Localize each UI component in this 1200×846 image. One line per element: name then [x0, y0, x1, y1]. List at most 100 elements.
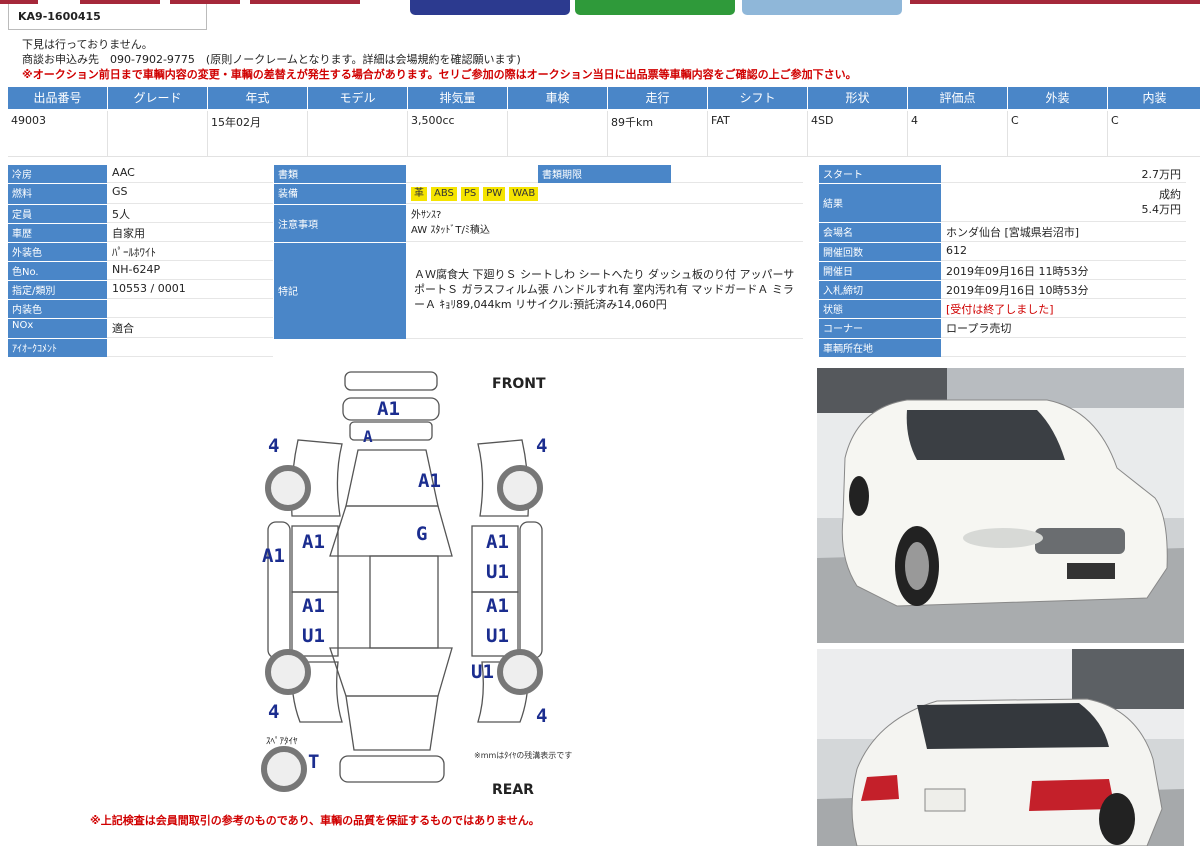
spec-header-cell: 評価点 — [908, 87, 1008, 109]
features-value: ＡＷ腐食大 下廻りＳ シートしわ シートへたり ダッシュ板のり付 アッパーサポー… — [406, 243, 803, 339]
nav-button-lightblue[interactable] — [742, 0, 902, 15]
detail-value: GS — [107, 184, 273, 204]
front-label: FRONT — [492, 376, 546, 392]
documents-value — [406, 165, 538, 183]
mark-tire-rear-left: 4 — [268, 701, 279, 723]
spec-value-cell: C — [1108, 111, 1200, 157]
result-value: ロープラ売切 — [941, 319, 1186, 338]
spec-header-cell: モデル — [308, 87, 408, 109]
equipment-badge: PS — [460, 187, 480, 201]
tire-rear-left — [265, 649, 311, 695]
notes-label: 注意事項 — [274, 205, 406, 242]
detail-label: NOx — [8, 319, 107, 338]
result-value: 612 — [941, 243, 1186, 261]
tire-legend: ※mmはﾀｲﾔの残溝表示です — [474, 750, 572, 760]
mark-grille: A — [363, 427, 373, 446]
preview-notice: 下見は行っておりません。 — [22, 38, 153, 51]
equipment-badge: ABS — [431, 187, 457, 201]
spec-value-cell: C — [1008, 111, 1108, 157]
nav-button-blue[interactable] — [410, 0, 570, 15]
spec-header-cell: 出品番号 — [8, 87, 108, 109]
spare-label: ｽﾍﾟｱﾀｲﾔ — [266, 736, 298, 747]
equipment-badge: 革 — [411, 187, 427, 201]
contact-notice: 商談お申込み先 090-7902-9775 (原則ノークレームとなります。詳細は… — [22, 53, 521, 66]
tire-front-left — [265, 465, 311, 511]
detail-label: ｱｲｵｰｸｺﾒﾝﾄ — [8, 339, 107, 357]
result-label: コーナー — [819, 319, 941, 338]
result-value: 2019年09月16日 10時53分 — [941, 281, 1186, 299]
spec-table: 出品番号 49003 グレード 年式 15年02月 モデル 排気量 3,500cc 車検 走行 89… — [8, 87, 1200, 157]
mark-spare: T — [308, 751, 319, 773]
result-label: 入札締切 — [819, 281, 941, 299]
spec-value-cell: 4 — [908, 111, 1008, 157]
detail-label: 定員 — [8, 205, 107, 223]
detail-value: AAC — [107, 165, 273, 183]
detail-value — [107, 339, 273, 357]
spec-value-cell: 4SD — [808, 111, 908, 157]
result-value: 2.7万円 — [941, 165, 1186, 183]
rear-label: REAR — [492, 782, 534, 796]
result-status: 成約 — [1159, 188, 1181, 201]
lot-code: KA9-1600415 — [18, 10, 101, 23]
inspection-diagram: FRONT REAR ｽﾍﾟｱﾀｲﾔ ※mmはﾀｲﾔの残溝表示です A1 A A… — [261, 371, 572, 796]
spec-header-cell: シフト — [708, 87, 808, 109]
mark-left-door-rear-1: A1 — [302, 595, 325, 617]
nav-button-green[interactable] — [575, 0, 735, 15]
detail-value: 5人 — [107, 205, 273, 223]
spec-header-cell: 走行 — [608, 87, 708, 109]
mark-hood: A1 — [418, 470, 441, 492]
spec-row-divider — [8, 156, 1200, 157]
windshield-shape — [329, 505, 453, 557]
mark-left-door-front: A1 — [302, 531, 325, 553]
mark-tire-rear-right: 4 — [536, 705, 547, 727]
tire-front-right — [497, 465, 543, 511]
equipment-list: 革 ABS PS PW WAB — [406, 184, 803, 204]
car-photo-front[interactable] — [817, 368, 1184, 643]
spec-header-cell: 排気量 — [408, 87, 508, 109]
spec-value-cell: 15年02月 — [208, 111, 308, 157]
trunk-shape — [345, 695, 439, 751]
car-photo-rear[interactable] — [817, 649, 1184, 846]
nav-tab-indicator[interactable] — [250, 0, 360, 4]
result-label: 会場名 — [819, 223, 941, 242]
result-label: 開催日 — [819, 262, 941, 280]
documents-deadline-label: 書類期限 — [538, 165, 671, 183]
result-label: 車輌所在地 — [819, 339, 941, 357]
detail-value: ﾊﾟｰﾙﾎﾜｲﾄ — [107, 243, 273, 261]
features-label: 特記 — [274, 243, 406, 339]
detail-value — [107, 300, 273, 318]
documents-label: 書類 — [274, 165, 406, 183]
result-value: 2019年09月16日 11時53分 — [941, 262, 1186, 280]
result-label: 開催回数 — [819, 243, 941, 261]
spec-header-cell: 内装 — [1108, 87, 1200, 109]
spec-header-cell: 形状 — [808, 87, 908, 109]
spec-value-cell — [508, 111, 608, 157]
left-sill-shape — [267, 521, 291, 659]
tire-rear-right — [497, 649, 543, 695]
detail-value: 自家用 — [107, 224, 273, 242]
notes-value: 外ｻﾝｽ? AW ｽﾀｯﾄﾞT/ﾐ積込 — [406, 205, 803, 242]
spec-value-cell: 89千km — [608, 111, 708, 157]
result-label: スタート — [819, 165, 941, 183]
detail-value: 10553 / 0001 — [107, 281, 273, 299]
mark-left-panel: A1 — [262, 545, 285, 567]
nav-tab-indicator[interactable] — [910, 0, 1200, 4]
mark-tire-front-left: 4 — [268, 435, 279, 457]
detail-label: 冷房 — [8, 165, 107, 183]
tire-spare — [261, 746, 307, 792]
spec-value-cell — [308, 111, 408, 157]
lot-code-box: KA9-1600415 — [8, 4, 207, 30]
mark-front-bumper: A1 — [377, 398, 400, 420]
documents-deadline-value — [671, 165, 803, 183]
mark-right-door-rear-1: A1 — [486, 595, 509, 617]
mark-tire-front-right: 4 — [536, 435, 547, 457]
equipment-badge: PW — [483, 187, 506, 201]
result-value — [941, 339, 1186, 357]
spec-value-cell — [108, 111, 208, 157]
detail-label: 色No. — [8, 262, 107, 280]
result-label: 状態 — [819, 300, 941, 318]
mark-right-door-front-2: U1 — [486, 561, 509, 583]
spec-value-cell: FAT — [708, 111, 808, 157]
detail-label: 車歴 — [8, 224, 107, 242]
detail-label: 燃料 — [8, 184, 107, 204]
